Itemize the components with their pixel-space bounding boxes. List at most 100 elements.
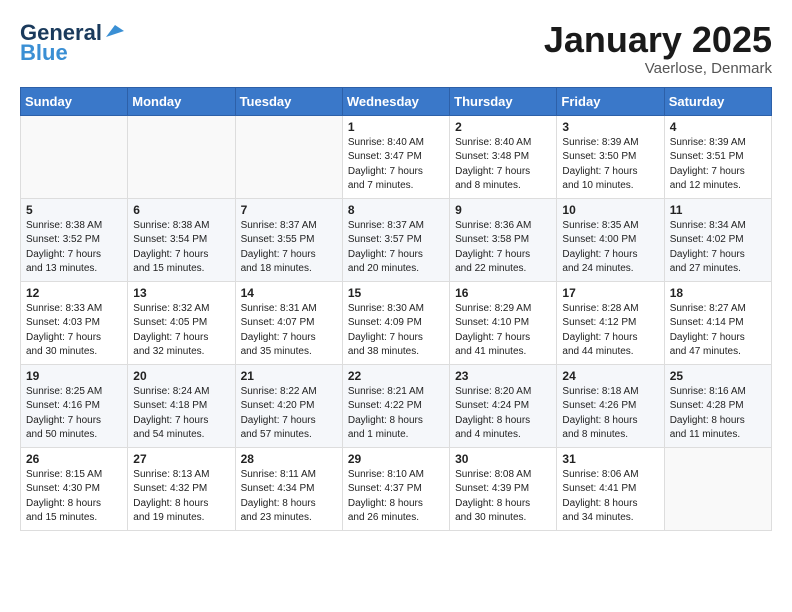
- day-number: 1: [348, 120, 444, 134]
- day-number: 5: [26, 203, 122, 217]
- day-number: 20: [133, 369, 229, 383]
- month-title: January 2025: [544, 20, 772, 60]
- title-block: January 2025 Vaerlose, Denmark: [544, 20, 772, 77]
- day-number: 29: [348, 452, 444, 466]
- day-info: Sunrise: 8:13 AM Sunset: 4:32 PM Dayligh…: [133, 468, 229, 526]
- day-number: 10: [562, 203, 658, 217]
- day-cell-21: 21 Sunrise: 8:22 AM Sunset: 4:20 PM Dayli…: [235, 364, 342, 447]
- day-info: Sunrise: 8:35 AM Sunset: 4:00 PM Dayligh…: [562, 219, 658, 277]
- day-number: 6: [133, 203, 229, 217]
- day-info: Sunrise: 8:29 AM Sunset: 4:10 PM Dayligh…: [455, 302, 551, 360]
- day-cell-30: 30Sunrise: 8:08 AM Sunset: 4:39 PM Dayli…: [450, 447, 557, 530]
- day-info: Sunrise: 8:40 AM Sunset: 3:48 PM Dayligh…: [455, 136, 551, 194]
- day-cell-25: 25 Sunrise: 8:16 AM Sunset: 4:28 PM Dayli…: [664, 364, 771, 447]
- day-number: 9: [455, 203, 551, 217]
- day-number: 19: [26, 369, 122, 383]
- weekday-header-row: SundayMondayTuesdayWednesdayThursdayFrid…: [21, 87, 772, 115]
- day-number: 23: [455, 369, 551, 383]
- week-row-1: 1Sunrise: 8:40 AM Sunset: 3:47 PM Daylig…: [21, 115, 772, 198]
- day-number: 24: [562, 369, 658, 383]
- day-info: Sunrise: 8:16 AM Sunset: 4:28 PM Dayligh…: [670, 385, 766, 443]
- day-cell-27: 27 Sunrise: 8:13 AM Sunset: 4:32 PM Dayli…: [128, 447, 235, 530]
- weekday-sunday: Sunday: [21, 87, 128, 115]
- empty-cell: [21, 115, 128, 198]
- day-cell-29: 29 Sunrise: 8:10 AM Sunset: 4:37 PM Dayli…: [342, 447, 449, 530]
- day-cell-7: 7Sunrise: 8:37 AM Sunset: 3:55 PM Daylig…: [235, 198, 342, 281]
- day-info: Sunrise: 8:36 AM Sunset: 3:58 PM Dayligh…: [455, 219, 551, 277]
- day-cell-3: 3Sunrise: 8:39 AM Sunset: 3:50 PM Daylig…: [557, 115, 664, 198]
- location: Vaerlose, Denmark: [544, 60, 772, 77]
- day-cell-19: 19 Sunrise: 8:25 AM Sunset: 4:16 PM Dayli…: [21, 364, 128, 447]
- logo-blue-text: Blue: [20, 40, 68, 66]
- day-number: 18: [670, 286, 766, 300]
- day-info: Sunrise: 8:39 AM Sunset: 3:51 PM Dayligh…: [670, 136, 766, 194]
- week-row-5: 26 Sunrise: 8:15 AM Sunset: 4:30 PM Dayli…: [21, 447, 772, 530]
- day-number: 2: [455, 120, 551, 134]
- logo-icon: [104, 23, 126, 39]
- day-number: 12: [26, 286, 122, 300]
- week-row-2: 5Sunrise: 8:38 AM Sunset: 3:52 PM Daylig…: [21, 198, 772, 281]
- day-info: Sunrise: 8:32 AM Sunset: 4:05 PM Dayligh…: [133, 302, 229, 360]
- day-info: Sunrise: 8:10 AM Sunset: 4:37 PM Dayligh…: [348, 468, 444, 526]
- day-info: Sunrise: 8:20 AM Sunset: 4:24 PM Dayligh…: [455, 385, 551, 443]
- day-cell-10: 10 Sunrise: 8:35 AM Sunset: 4:00 PM Dayli…: [557, 198, 664, 281]
- day-cell-28: 28Sunrise: 8:11 AM Sunset: 4:34 PM Dayli…: [235, 447, 342, 530]
- day-number: 7: [241, 203, 337, 217]
- empty-cell: [235, 115, 342, 198]
- day-number: 27: [133, 452, 229, 466]
- day-cell-20: 20Sunrise: 8:24 AM Sunset: 4:18 PM Dayli…: [128, 364, 235, 447]
- day-cell-15: 15Sunrise: 8:30 AM Sunset: 4:09 PM Dayli…: [342, 281, 449, 364]
- day-number: 26: [26, 452, 122, 466]
- day-cell-12: 12 Sunrise: 8:33 AM Sunset: 4:03 PM Dayli…: [21, 281, 128, 364]
- day-cell-1: 1Sunrise: 8:40 AM Sunset: 3:47 PM Daylig…: [342, 115, 449, 198]
- day-number: 4: [670, 120, 766, 134]
- weekday-thursday: Thursday: [450, 87, 557, 115]
- day-number: 31: [562, 452, 658, 466]
- week-row-4: 19 Sunrise: 8:25 AM Sunset: 4:16 PM Dayli…: [21, 364, 772, 447]
- day-info: Sunrise: 8:15 AM Sunset: 4:30 PM Dayligh…: [26, 468, 122, 526]
- day-cell-13: 13 Sunrise: 8:32 AM Sunset: 4:05 PM Dayli…: [128, 281, 235, 364]
- day-info: Sunrise: 8:22 AM Sunset: 4:20 PM Dayligh…: [241, 385, 337, 443]
- day-number: 13: [133, 286, 229, 300]
- day-number: 16: [455, 286, 551, 300]
- day-info: Sunrise: 8:34 AM Sunset: 4:02 PM Dayligh…: [670, 219, 766, 277]
- empty-cell: [128, 115, 235, 198]
- weekday-saturday: Saturday: [664, 87, 771, 115]
- day-cell-16: 16 Sunrise: 8:29 AM Sunset: 4:10 PM Dayli…: [450, 281, 557, 364]
- day-info: Sunrise: 8:30 AM Sunset: 4:09 PM Dayligh…: [348, 302, 444, 360]
- day-cell-11: 11Sunrise: 8:34 AM Sunset: 4:02 PM Dayli…: [664, 198, 771, 281]
- day-number: 28: [241, 452, 337, 466]
- day-cell-4: 4 Sunrise: 8:39 AM Sunset: 3:51 PM Daylig…: [664, 115, 771, 198]
- page-header: General Blue January 2025 Vaerlose, Denm…: [20, 20, 772, 77]
- day-info: Sunrise: 8:08 AM Sunset: 4:39 PM Dayligh…: [455, 468, 551, 526]
- day-cell-26: 26 Sunrise: 8:15 AM Sunset: 4:30 PM Dayli…: [21, 447, 128, 530]
- day-cell-31: 31Sunrise: 8:06 AM Sunset: 4:41 PM Dayli…: [557, 447, 664, 530]
- day-info: Sunrise: 8:33 AM Sunset: 4:03 PM Dayligh…: [26, 302, 122, 360]
- day-number: 25: [670, 369, 766, 383]
- day-info: Sunrise: 8:39 AM Sunset: 3:50 PM Dayligh…: [562, 136, 658, 194]
- logo: General Blue: [20, 20, 126, 66]
- day-info: Sunrise: 8:27 AM Sunset: 4:14 PM Dayligh…: [670, 302, 766, 360]
- weekday-tuesday: Tuesday: [235, 87, 342, 115]
- day-cell-24: 24 Sunrise: 8:18 AM Sunset: 4:26 PM Dayli…: [557, 364, 664, 447]
- day-info: Sunrise: 8:38 AM Sunset: 3:54 PM Dayligh…: [133, 219, 229, 277]
- day-number: 17: [562, 286, 658, 300]
- day-cell-8: 8 Sunrise: 8:37 AM Sunset: 3:57 PM Daylig…: [342, 198, 449, 281]
- day-number: 8: [348, 203, 444, 217]
- day-info: Sunrise: 8:18 AM Sunset: 4:26 PM Dayligh…: [562, 385, 658, 443]
- day-info: Sunrise: 8:31 AM Sunset: 4:07 PM Dayligh…: [241, 302, 337, 360]
- day-number: 21: [241, 369, 337, 383]
- day-cell-18: 18 Sunrise: 8:27 AM Sunset: 4:14 PM Dayli…: [664, 281, 771, 364]
- weekday-friday: Friday: [557, 87, 664, 115]
- weekday-monday: Monday: [128, 87, 235, 115]
- day-info: Sunrise: 8:25 AM Sunset: 4:16 PM Dayligh…: [26, 385, 122, 443]
- empty-cell: [664, 447, 771, 530]
- weekday-wednesday: Wednesday: [342, 87, 449, 115]
- day-cell-2: 2 Sunrise: 8:40 AM Sunset: 3:48 PM Daylig…: [450, 115, 557, 198]
- day-cell-6: 6 Sunrise: 8:38 AM Sunset: 3:54 PM Daylig…: [128, 198, 235, 281]
- day-cell-17: 17 Sunrise: 8:28 AM Sunset: 4:12 PM Dayli…: [557, 281, 664, 364]
- day-info: Sunrise: 8:28 AM Sunset: 4:12 PM Dayligh…: [562, 302, 658, 360]
- day-number: 22: [348, 369, 444, 383]
- day-info: Sunrise: 8:37 AM Sunset: 3:57 PM Dayligh…: [348, 219, 444, 277]
- day-cell-23: 23 Sunrise: 8:20 AM Sunset: 4:24 PM Dayli…: [450, 364, 557, 447]
